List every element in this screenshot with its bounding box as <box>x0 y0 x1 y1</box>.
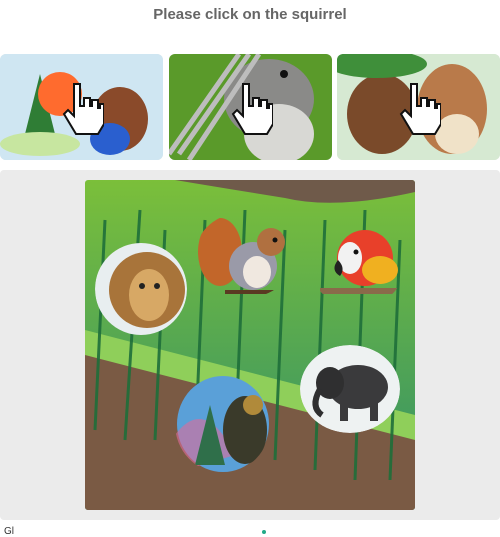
status-dot <box>262 530 266 534</box>
pointing-hand-cursor-icon <box>231 83 273 135</box>
bear-option[interactable] <box>175 375 270 473</box>
challenge-panel <box>0 170 500 520</box>
challenge-prompt: Please click on the squirrel <box>153 6 347 23</box>
bear-icon <box>175 376 269 473</box>
example-images-row <box>0 54 500 160</box>
parrot-option[interactable] <box>310 220 405 308</box>
pointing-hand-cursor-icon <box>399 83 441 135</box>
pointing-hand-cursor-icon <box>62 83 104 135</box>
footer-text: Gl <box>4 526 14 537</box>
lion-icon <box>95 243 187 335</box>
squirrel-option[interactable] <box>195 212 295 298</box>
lion-option[interactable] <box>95 240 187 338</box>
example-image-1 <box>0 54 163 160</box>
footer: Gl <box>4 522 496 537</box>
squirrel-icon <box>198 218 285 294</box>
elephant-icon <box>300 345 400 433</box>
challenge-image <box>85 180 415 510</box>
example-image-2 <box>169 54 332 160</box>
elephant-option[interactable] <box>300 345 400 433</box>
parrot-icon <box>320 230 400 294</box>
example-image-3 <box>337 54 500 160</box>
